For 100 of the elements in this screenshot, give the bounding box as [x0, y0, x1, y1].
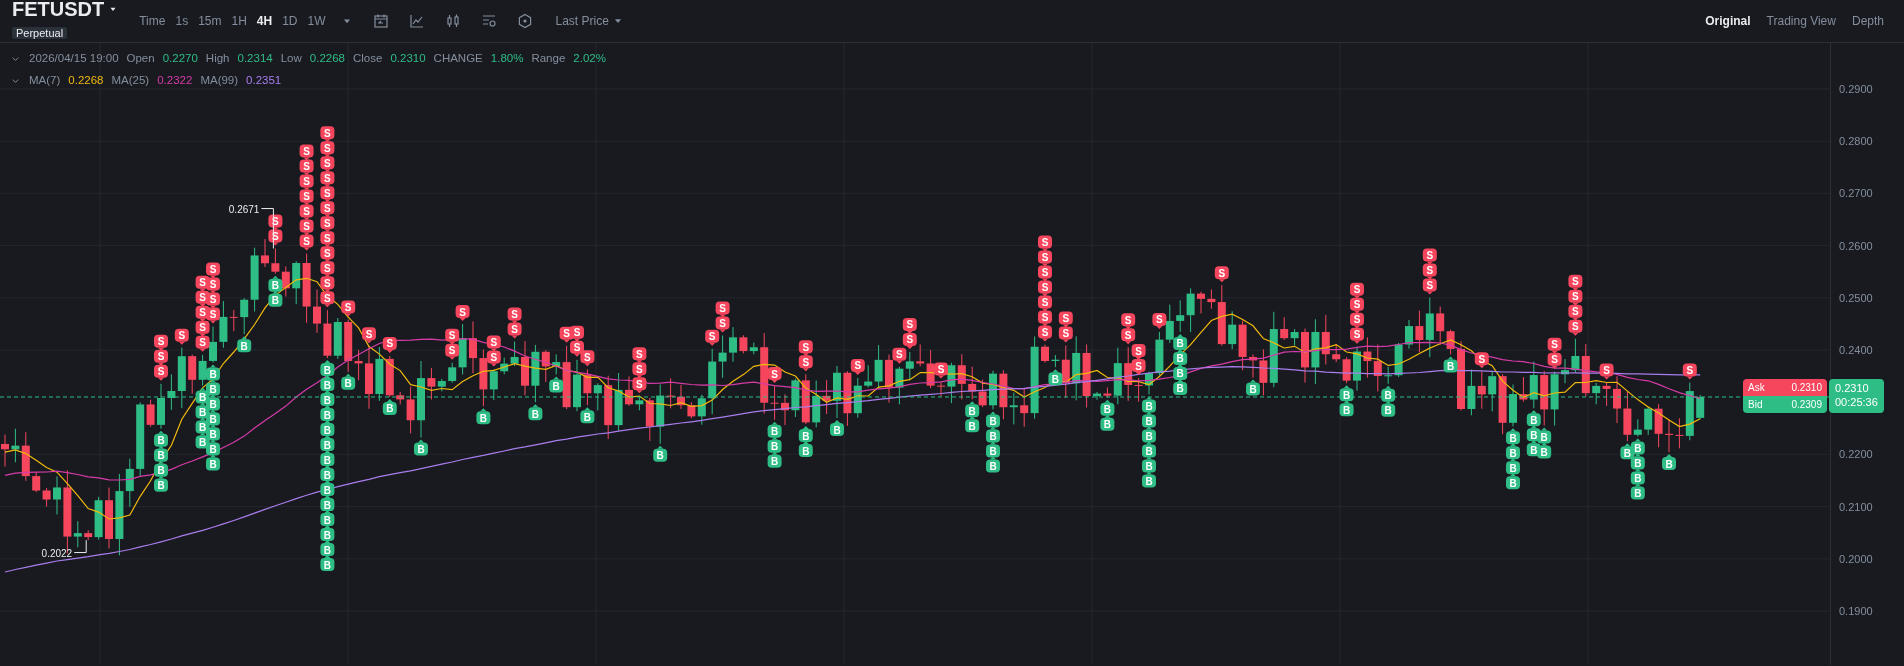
candlestick: [1186, 287, 1195, 333]
sell-marker: S: [195, 335, 210, 352]
buy-marker: B: [528, 404, 543, 421]
buy-marker: B: [206, 424, 220, 441]
sell-marker: S: [174, 328, 189, 345]
sell-marker: S: [570, 325, 584, 342]
candlestick: [1311, 318, 1320, 385]
sell-marker: S: [1682, 363, 1697, 380]
candlestick: [1415, 310, 1424, 353]
price-axis-label: 0.2600: [1839, 238, 1873, 254]
buy-marker: B: [382, 398, 397, 415]
buy-marker: B: [1100, 414, 1115, 431]
interval-tab[interactable]: 1s: [170, 12, 194, 30]
sell-marker: S: [798, 340, 813, 357]
legend-value: 0.2314: [237, 51, 273, 67]
legend-label: Range: [531, 51, 566, 67]
candlestick: [1228, 310, 1237, 350]
interval-tab[interactable]: 1D: [277, 12, 303, 30]
interval-tab[interactable]: 4H: [251, 12, 278, 30]
candlestick: [1093, 391, 1101, 401]
price-axis-label: 0.2100: [1839, 499, 1873, 515]
sell-marker: S: [1350, 312, 1364, 329]
legend-label: High: [205, 51, 230, 67]
interval-tab[interactable]: 1H: [226, 12, 252, 30]
price-axis-label: 0.2000: [1839, 551, 1873, 567]
buy-marker: B: [986, 426, 1000, 443]
buy-marker: B: [1630, 468, 1645, 485]
sell-marker: S: [206, 307, 220, 324]
buy-marker: B: [653, 445, 668, 462]
candlestick: [801, 373, 810, 425]
view-tab[interactable]: Trading View: [1758, 12, 1844, 30]
candlestick: [1550, 371, 1559, 427]
buy-marker: B: [1173, 348, 1188, 365]
buy-marker: B: [206, 379, 220, 396]
sell-marker: S: [299, 144, 314, 161]
sell-marker: S: [1038, 265, 1052, 282]
candlestick: [323, 309, 332, 359]
candlestick: [1072, 335, 1081, 401]
price-axis-label: 0.2500: [1839, 290, 1873, 306]
sell-marker: S: [632, 377, 647, 394]
legend-value: 0.2322: [157, 73, 193, 89]
candlestick: [1041, 344, 1049, 364]
line-chart-icon[interactable]: [408, 13, 425, 29]
buy-marker: B: [1381, 385, 1396, 402]
sell-marker: S: [1058, 326, 1073, 343]
calendar-icon[interactable]: [372, 13, 389, 29]
legend-value: 0.2310: [390, 51, 426, 67]
sell-marker: S: [299, 189, 314, 206]
interval-tab[interactable]: 15m: [193, 12, 227, 30]
sell-marker: S: [1214, 266, 1229, 283]
buy-marker: B: [476, 408, 491, 425]
sell-marker: S: [206, 262, 220, 279]
candlestick: [812, 380, 821, 428]
candlestick: [1561, 358, 1569, 384]
sell-marker: S: [580, 350, 595, 367]
buy-marker: B: [965, 416, 980, 433]
sell-marker: S: [934, 362, 948, 379]
candlestick: [333, 317, 342, 360]
buy-marker: B: [320, 450, 335, 467]
price-type-dropdown[interactable]: Last Price: [550, 12, 628, 30]
legend-value: 2.02%: [573, 51, 606, 67]
buy-marker: B: [1506, 428, 1520, 445]
sell-marker: S: [320, 126, 335, 143]
view-tab[interactable]: Original: [1697, 12, 1759, 30]
buy-marker: B: [798, 441, 813, 457]
buy-marker: B: [237, 336, 252, 353]
candlestick: [833, 365, 841, 419]
buy-marker: B: [986, 441, 1000, 458]
sell-marker: S: [715, 301, 730, 318]
buy-marker: B: [1506, 473, 1520, 490]
legend-value: 0.2268: [309, 51, 345, 67]
sell-marker: S: [1599, 363, 1614, 380]
sell-marker: S: [445, 328, 460, 345]
buy-marker: B: [320, 405, 335, 422]
candlestick: [53, 475, 61, 515]
sell-marker: S: [1547, 337, 1562, 354]
buy-marker: B: [206, 439, 220, 456]
legend-label: MA(25): [111, 73, 150, 89]
candlestick: [365, 345, 373, 410]
interval-tab[interactable]: Time: [134, 12, 171, 30]
sell-marker: S: [1568, 274, 1583, 291]
candlestick-icon[interactable]: [444, 13, 461, 29]
buy-marker: B: [320, 555, 335, 572]
sell-marker: S: [320, 186, 335, 203]
candlestick: [1165, 304, 1174, 344]
buy-marker: B: [414, 439, 428, 456]
hexagon-icon[interactable]: [516, 13, 533, 29]
candlestick: [791, 378, 800, 418]
candlestick: [593, 382, 602, 411]
settings-list-icon[interactable]: [480, 13, 497, 29]
legend-label: CHANGE: [433, 51, 483, 67]
candlestick: [1425, 297, 1434, 358]
symbol-title[interactable]: FETUSDT: [12, 0, 105, 20]
buy-marker: B: [1173, 363, 1188, 380]
view-tab[interactable]: Depth: [1843, 12, 1892, 30]
sell-marker: S: [320, 276, 335, 293]
buy-marker: B: [1100, 399, 1115, 416]
interval-tab[interactable]: 1W: [302, 12, 331, 30]
buy-marker: B: [154, 460, 168, 477]
legend-label: MA(7): [29, 73, 61, 89]
